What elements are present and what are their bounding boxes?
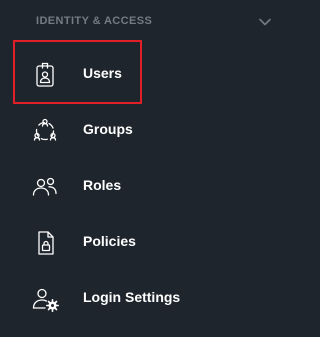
section-header-identity-access[interactable]: IDENTITY & ACCESS xyxy=(0,0,286,44)
nav-item-groups[interactable]: Groups xyxy=(14,102,274,158)
roles-icon xyxy=(30,172,60,202)
nav-item-label: Groups xyxy=(83,121,133,137)
chevron-down-icon[interactable] xyxy=(257,14,273,30)
user-settings-icon xyxy=(30,284,60,314)
nav-item-label: Login Settings xyxy=(83,289,181,305)
nav-item-login-settings[interactable]: Login Settings xyxy=(14,270,274,326)
nav-item-policies[interactable]: Policies xyxy=(14,214,274,270)
nav-item-label: Policies xyxy=(83,233,136,249)
section-title: IDENTITY & ACCESS xyxy=(36,15,153,27)
policy-document-icon xyxy=(30,228,60,258)
group-cycle-icon xyxy=(30,116,60,146)
nav-item-roles[interactable]: Roles xyxy=(14,158,274,214)
highlight-box xyxy=(13,40,142,104)
nav-item-label: Roles xyxy=(83,177,122,193)
